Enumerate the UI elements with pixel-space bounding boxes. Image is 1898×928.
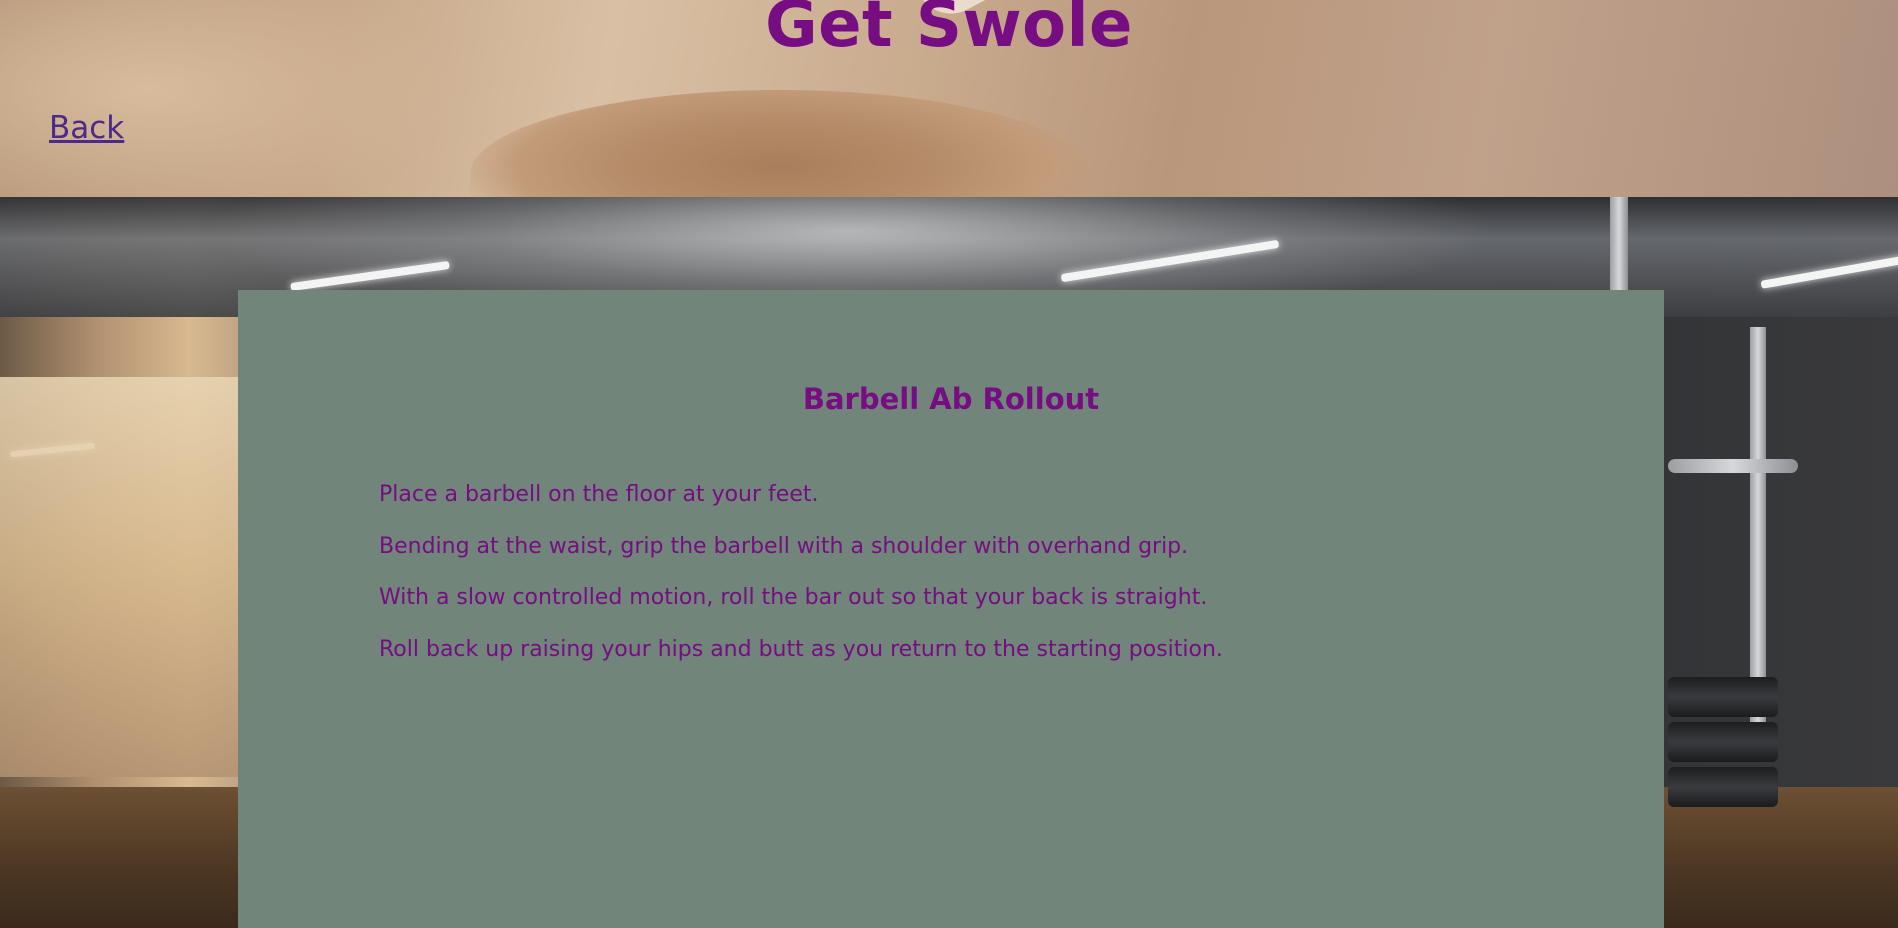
exercise-step: Bending at the waist, grip the barbell w… bbox=[379, 533, 1189, 559]
gym-barbell bbox=[1668, 459, 1798, 473]
gym-window bbox=[0, 377, 240, 777]
exercise-step: With a slow controlled motion, roll the … bbox=[379, 585, 1208, 610]
header-background-protein-powder bbox=[470, 90, 1090, 197]
exercise-title: Barbell Ab Rollout bbox=[802, 382, 1100, 416]
weight-plate bbox=[1668, 677, 1778, 717]
exercise-panel: Barbell Ab Rollout Place a barbell on th… bbox=[238, 290, 1664, 928]
exercise-step: Place a barbell on the floor at your fee… bbox=[379, 482, 819, 507]
exercise-steps: Place a barbell on the floor at your fee… bbox=[379, 480, 1223, 686]
header-banner: Get Swole Back bbox=[0, 0, 1898, 197]
weight-plate bbox=[1668, 767, 1778, 807]
site-title: Get Swole bbox=[765, 0, 1133, 62]
exercise-step: Roll back up raising your hips and butt … bbox=[379, 636, 1223, 662]
back-link[interactable]: Back bbox=[49, 110, 124, 146]
weight-plate bbox=[1668, 722, 1778, 762]
